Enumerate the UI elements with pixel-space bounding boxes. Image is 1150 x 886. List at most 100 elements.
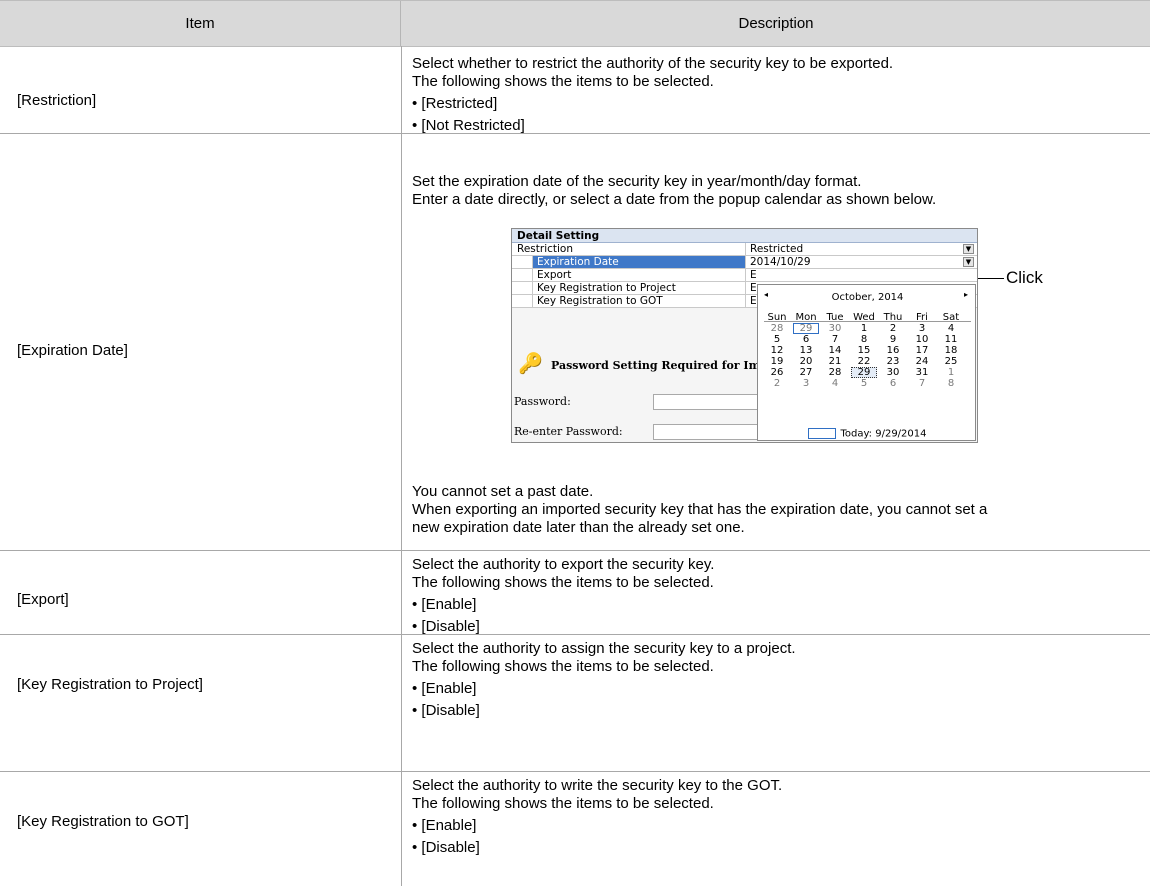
calendar-day[interactable]: 7: [909, 378, 935, 389]
reenter-password-label: Re-enter Password:: [514, 425, 623, 438]
calendar-day[interactable]: 28: [764, 323, 790, 334]
description-expiration-date-intro: Set the expiration date of the security …: [412, 173, 936, 209]
header-divider: [400, 1, 401, 46]
calendar-month: October, 2014: [831, 292, 904, 303]
calendar-day[interactable]: 19: [764, 356, 790, 367]
option-bullet: • [Disable]: [412, 702, 480, 719]
calendar-day[interactable]: 2: [764, 378, 790, 389]
setting-label: Restriction: [517, 243, 573, 255]
dropdown-arrow-icon[interactable]: ▼: [963, 257, 974, 267]
calendar-week: 12 13 14 15 16 17 18: [764, 345, 973, 356]
calendar-day[interactable]: 8: [851, 334, 877, 345]
calendar-week: 5 6 7 8 9 10 11: [764, 334, 973, 345]
today-button[interactable]: Today: 9/29/2014: [758, 428, 977, 440]
description-export: Select the authority to export the secur…: [412, 556, 714, 636]
setting-value: E: [750, 295, 757, 307]
option-bullet: • [Not Restricted]: [412, 117, 525, 134]
calendar-day-today[interactable]: 29: [793, 323, 819, 334]
description-line: The following shows the items to be sele…: [412, 73, 714, 90]
calendar-day[interactable]: 12: [764, 345, 790, 356]
calendar-day[interactable]: 4: [938, 323, 964, 334]
item-restriction: [Restriction]: [17, 92, 97, 109]
option-bullet: • [Enable]: [412, 680, 477, 697]
today-label: Today: 9/29/2014: [840, 428, 927, 440]
setting-value: 2014/10/29: [750, 256, 811, 268]
setting-row-expiration-date: Expiration Date 2014/10/29 ▼: [512, 256, 977, 269]
column-divider: [401, 46, 402, 886]
calendar-day[interactable]: 2: [880, 323, 906, 334]
description-line: Select the authority to assign the secur…: [412, 640, 796, 657]
calendar-day[interactable]: 22: [851, 356, 877, 367]
calendar-day[interactable]: 9: [880, 334, 906, 345]
calendar-day[interactable]: 28: [822, 367, 848, 378]
calendar-day[interactable]: 5: [764, 334, 790, 345]
description-line: Enter a date directly, or select a date …: [412, 191, 937, 208]
calendar-day[interactable]: 3: [793, 378, 819, 389]
cell-divider: [532, 282, 533, 295]
calendar-week: 2 3 4 5 6 7 8: [764, 378, 973, 389]
calendar-day[interactable]: 31: [909, 367, 935, 378]
calendar-week: 28 29 30 1 2 3 4: [764, 323, 973, 334]
item-key-registration-got: [Key Registration to GOT]: [17, 813, 189, 830]
key-icon: 🔑: [518, 351, 543, 375]
calendar-day[interactable]: 24: [909, 356, 935, 367]
option-bullet: • [Disable]: [412, 839, 480, 856]
item-export: [Export]: [17, 591, 69, 608]
calendar-day[interactable]: 14: [822, 345, 848, 356]
dropdown-arrow-icon[interactable]: ▼: [963, 244, 974, 254]
setting-row-export: Export E: [512, 269, 977, 282]
calendar-grid: Sun Mon Tue Wed Thu Fri Sat 28 29 30 1 2…: [764, 312, 973, 389]
calendar-week: 26 27 28 29 30 31 1: [764, 367, 973, 378]
setting-label: Key Registration to Project: [537, 282, 676, 294]
calendar-day[interactable]: 23: [880, 356, 906, 367]
setting-row-restriction: Restriction Restricted ▼: [512, 243, 977, 256]
description-line: Select whether to restrict the authority…: [412, 55, 894, 72]
manual-page: Item Description [Restriction] Select wh…: [0, 0, 1150, 886]
calendar-day[interactable]: 7: [822, 334, 848, 345]
table-header: Item Description: [0, 0, 1150, 47]
calendar-day[interactable]: 20: [793, 356, 819, 367]
calendar-day[interactable]: 18: [938, 345, 964, 356]
calendar-day[interactable]: 1: [938, 367, 964, 378]
calendar-day[interactable]: 11: [938, 334, 964, 345]
calendar-day[interactable]: 30: [880, 367, 906, 378]
row-divider: [0, 550, 1150, 551]
cell-divider: [745, 243, 746, 256]
calendar-day[interactable]: 21: [822, 356, 848, 367]
calendar-day[interactable]: 27: [793, 367, 819, 378]
calendar-day-selected[interactable]: 29: [851, 367, 877, 378]
calendar-day[interactable]: 6: [880, 378, 906, 389]
setting-label: Export: [537, 269, 572, 281]
description-line: Set the expiration date of the security …: [412, 173, 862, 190]
option-bullet: • [Disable]: [412, 618, 480, 635]
password-label: Password:: [514, 395, 571, 408]
description-line: You cannot set a past date.: [412, 483, 594, 500]
description-restriction: Select whether to restrict the authority…: [412, 55, 893, 135]
description-line: The following shows the items to be sele…: [412, 795, 714, 812]
calendar-day[interactable]: 4: [822, 378, 848, 389]
item-expiration-date: [Expiration Date]: [17, 342, 128, 359]
calendar-day[interactable]: 13: [793, 345, 819, 356]
calendar-day[interactable]: 6: [793, 334, 819, 345]
calendar-day[interactable]: 1: [851, 323, 877, 334]
callout-line: [978, 278, 1004, 279]
callout-click: Click: [1006, 268, 1043, 287]
calendar-day[interactable]: 3: [909, 323, 935, 334]
header-item: Item: [185, 15, 215, 32]
calendar-day[interactable]: 30: [822, 323, 848, 334]
calendar-day[interactable]: 8: [938, 378, 964, 389]
option-bullet: • [Restricted]: [412, 95, 498, 112]
cell-divider: [745, 269, 746, 282]
calendar-day[interactable]: 10: [909, 334, 935, 345]
row-divider: [0, 771, 1150, 772]
calendar-day[interactable]: 16: [880, 345, 906, 356]
calendar-day[interactable]: 5: [851, 378, 877, 389]
option-bullet: • [Enable]: [412, 817, 477, 834]
calendar-day[interactable]: 25: [938, 356, 964, 367]
calendar-day[interactable]: 17: [909, 345, 935, 356]
calendar-week: 19 20 21 22 23 24 25: [764, 356, 973, 367]
calendar-day[interactable]: 15: [851, 345, 877, 356]
calendar-day[interactable]: 26: [764, 367, 790, 378]
cell-divider: [745, 282, 746, 295]
description-line: Select the authority to export the secur…: [412, 556, 715, 573]
